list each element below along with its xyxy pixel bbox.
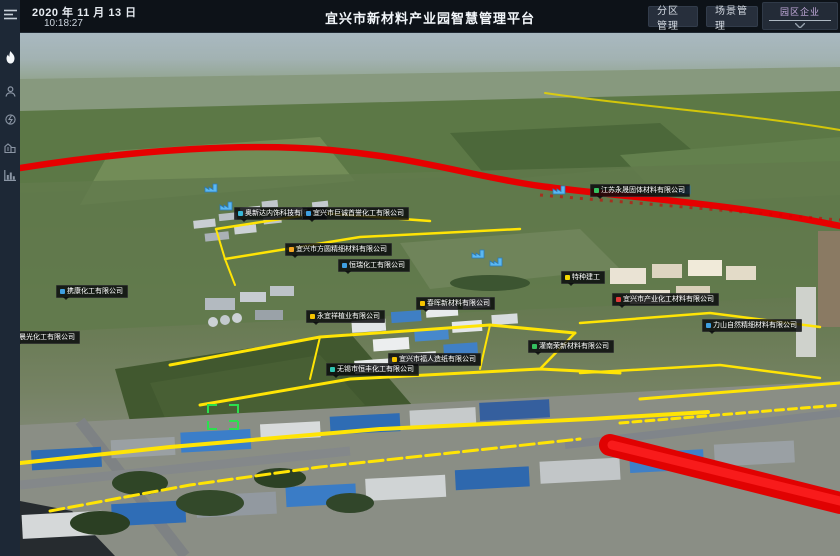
company-label-text: 宜兴市福人造纸有限公司 (399, 356, 476, 363)
map-3d-viewport[interactable]: 携康化工有限公司晨光化工有限公司奥新达内饰科技有限公司宜兴市巨诚首誉化工有限公司… (20, 33, 840, 556)
company-icon (420, 301, 425, 306)
company-icon (238, 211, 243, 216)
company-icon (60, 289, 65, 294)
company-label[interactable]: 江苏永晟固体材料有限公司 (590, 184, 690, 197)
company-label-text: 晨光化工有限公司 (20, 334, 75, 341)
company-label-text: 宜兴市方圆精细材料有限公司 (296, 246, 387, 253)
user-icon (5, 86, 16, 97)
flame-icon (5, 51, 16, 64)
company-icon (565, 275, 570, 280)
company-label-text: 无锡市恒丰化工有限公司 (337, 366, 414, 373)
company-label-text: 永宜祥植业有限公司 (317, 313, 380, 320)
company-label[interactable]: 宜兴市产业化工材料有限公司 (612, 293, 719, 306)
company-icon (706, 323, 711, 328)
sidebar (0, 0, 20, 556)
company-icon (532, 344, 537, 349)
company-label[interactable]: 特种建工 (561, 271, 605, 284)
sidebar-item-user[interactable] (0, 82, 20, 100)
sidebar-item-menu[interactable] (0, 5, 20, 23)
company-label-text: 恒瑞化工有限公司 (349, 262, 405, 269)
company-icon (594, 188, 599, 193)
company-icon (310, 314, 315, 319)
company-label-text: 灌南荣新材料有限公司 (539, 343, 609, 350)
app-window: 2020 年 11 月 13 日 10:18:27 宜兴市新材料产业园智慧管理平… (0, 0, 840, 556)
power-icon (5, 114, 16, 125)
company-label[interactable]: 春晖新材料有限公司 (416, 297, 495, 310)
company-icon (330, 367, 335, 372)
factory-icon (4, 142, 16, 153)
chevron-down-icon (763, 23, 837, 28)
park-enterprise-dropdown[interactable]: 园区企业 (762, 2, 838, 30)
company-label-text: 江苏永晟固体材料有限公司 (601, 187, 685, 194)
company-label[interactable]: 力山自然精细材料有限公司 (702, 319, 802, 332)
company-label[interactable]: 携康化工有限公司 (56, 285, 128, 298)
company-label[interactable]: 恒瑞化工有限公司 (338, 259, 410, 272)
company-label[interactable]: 宜兴市方圆精细材料有限公司 (285, 243, 392, 256)
dropdown-selected-label: 园区企业 (769, 3, 831, 21)
company-label[interactable]: 灌南荣新材料有限公司 (528, 340, 614, 353)
bar-chart-icon (4, 170, 16, 181)
sidebar-item-stats[interactable] (0, 166, 20, 184)
company-icon (289, 247, 294, 252)
sidebar-item-power[interactable] (0, 110, 20, 128)
company-label[interactable]: 无锡市恒丰化工有限公司 (326, 363, 419, 376)
company-icon (306, 211, 311, 216)
sidebar-item-factory[interactable] (0, 138, 20, 156)
scene-management-button[interactable]: 场景管理 (706, 6, 758, 27)
header-bar: 2020 年 11 月 13 日 10:18:27 宜兴市新材料产业园智慧管理平… (20, 0, 840, 33)
company-icon (342, 263, 347, 268)
menu-icon (4, 9, 17, 20)
sidebar-item-fire[interactable] (0, 48, 20, 66)
company-label[interactable]: 晨光化工有限公司 (20, 331, 80, 344)
company-label[interactable]: 宜兴市巨诚首誉化工有限公司 (302, 207, 409, 220)
company-icon (616, 297, 621, 302)
company-label-text: 宜兴市巨诚首誉化工有限公司 (313, 210, 404, 217)
company-label-text: 宜兴市产业化工材料有限公司 (623, 296, 714, 303)
company-label-text: 力山自然精细材料有限公司 (713, 322, 797, 329)
company-label-text: 春晖新材料有限公司 (427, 300, 490, 307)
zone-management-button[interactable]: 分区管理 (648, 6, 698, 27)
company-label[interactable]: 永宜祥植业有限公司 (306, 310, 385, 323)
building-highrise (818, 231, 840, 327)
company-label-text: 特种建工 (572, 274, 600, 281)
company-icon (392, 357, 397, 362)
company-label-text: 携康化工有限公司 (67, 288, 123, 295)
